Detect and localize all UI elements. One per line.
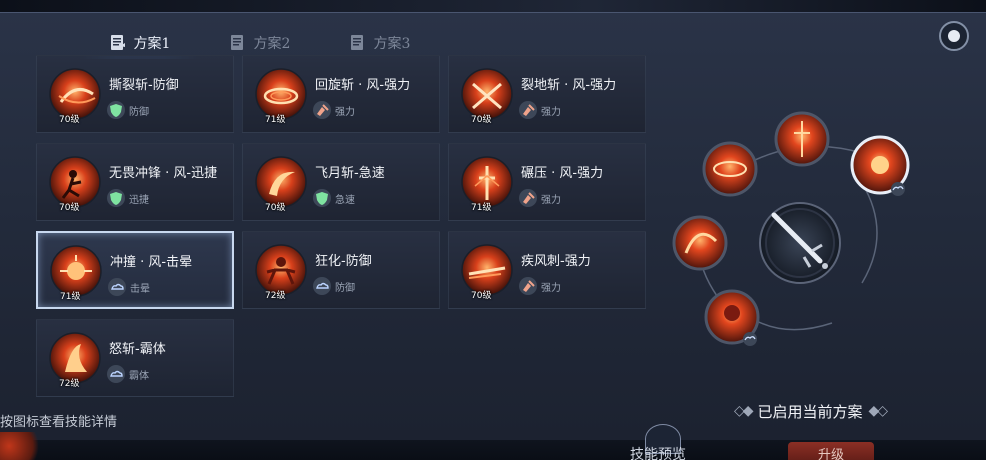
skill-wheel: [672, 111, 910, 346]
skill-level: 70级: [471, 115, 492, 125]
skill-tag-label: 迅捷: [129, 194, 149, 206]
fist-icon: [519, 101, 537, 119]
preview-label[interactable]: 技能预览: [630, 444, 686, 460]
cloud-icon: [107, 365, 125, 383]
document-icon: [350, 35, 363, 50]
skill-card[interactable]: 70级 裂地斩 · 风-强力强力: [448, 55, 646, 133]
skill-name: 狂化-防御: [315, 254, 372, 269]
skill-tag-label: 强力: [541, 106, 561, 118]
skill-tag-label: 防御: [335, 282, 355, 294]
skill-card[interactable]: 71级 冲撞 · 风-击晕击晕: [36, 231, 234, 309]
cloud-icon: [108, 278, 126, 296]
bottom-left-skill-icon[interactable]: [0, 432, 46, 460]
skill-tag: 强力: [313, 101, 355, 119]
skill-level: 70级: [59, 115, 80, 125]
skill-card[interactable]: 72级 怒斩-霸体霸体: [36, 319, 234, 397]
skill-card[interactable]: 71级 回旋斩 · 风-强力强力: [242, 55, 440, 133]
skill-level: 71级: [471, 203, 492, 213]
skill-tag-label: 强力: [541, 194, 561, 206]
skill-name: 裂地斩 · 风-强力: [521, 78, 617, 93]
skill-name: 无畏冲锋 · 风-迅捷: [109, 166, 218, 181]
skill-name: 碾压 · 风-强力: [521, 166, 604, 181]
record-dot-icon: [948, 30, 960, 42]
wheel-slot-top[interactable]: [774, 111, 830, 167]
wheel-slot-bottom[interactable]: [704, 289, 760, 346]
skill-card[interactable]: 70级 撕裂斩-防御防御: [36, 55, 234, 133]
skill-tag: 击晕: [108, 278, 150, 296]
shield-icon: [107, 189, 125, 207]
skill-tag-label: 强力: [335, 106, 355, 118]
skill-level: 71级: [60, 292, 81, 302]
hint-text: 按图标查看技能详情: [0, 415, 118, 430]
skill-tag: 迅捷: [107, 189, 149, 207]
skill-card[interactable]: 70级 无畏冲锋 · 风-迅捷迅捷: [36, 143, 234, 221]
wheel-slot-left[interactable]: [672, 215, 728, 271]
skill-level: 70级: [265, 203, 286, 213]
skill-level: 70级: [471, 291, 492, 301]
skill-level: 70级: [59, 203, 80, 213]
plan-status: ◇◆ 已启用当前方案 ◆◇: [720, 399, 900, 423]
skill-card[interactable]: 72级 狂化-防御防御: [242, 231, 440, 309]
tab-plan-2[interactable]: 方案2: [200, 29, 320, 57]
tab-label: 方案3: [373, 36, 411, 52]
skill-card[interactable]: 70级 疾风刺-强力强力: [448, 231, 646, 309]
skill-tag-label: 急速: [335, 194, 355, 206]
skill-tag: 霸体: [107, 365, 149, 383]
cloud-icon: [313, 277, 331, 295]
skill-name: 怒斩-霸体: [109, 342, 166, 357]
skill-tag-label: 击晕: [130, 283, 150, 295]
plan-tabs: 方案1 方案2 方案3: [80, 29, 440, 59]
tab-plan-3[interactable]: 方案3: [320, 29, 440, 57]
skill-tag: 防御: [313, 277, 355, 295]
document-icon: [230, 35, 243, 50]
cloud-icon: [743, 332, 757, 346]
skill-tag: 急速: [313, 189, 355, 207]
shield-icon: [107, 101, 125, 119]
shield-icon: [313, 189, 331, 207]
skill-name: 飞月斩-急速: [315, 166, 385, 181]
fist-icon: [313, 101, 331, 119]
skill-tag-label: 强力: [541, 282, 561, 294]
skill-level: 72级: [265, 291, 286, 301]
skill-tag: 防御: [107, 101, 149, 119]
skill-tag: 强力: [519, 101, 561, 119]
status-text: 已启用当前方案: [757, 402, 863, 421]
skill-card[interactable]: 71级 碾压 · 风-强力强力: [448, 143, 646, 221]
skill-level: 71级: [265, 115, 286, 125]
skill-plan-panel: 方案1 方案2 方案3 70级 撕裂斩-防御 防御 71级 回旋斩 · 风-强力 强力 70…: [0, 12, 986, 440]
skill-name: 疾风刺-强力: [521, 254, 591, 269]
skill-tag-label: 霸体: [129, 370, 149, 382]
skill-tag: 强力: [519, 189, 561, 207]
diamond-ornament-icon: ◆◇: [868, 403, 888, 419]
tab-label: 方案1: [133, 36, 171, 52]
diamond-ornament-icon: ◇◆: [733, 403, 753, 419]
skill-tag: 强力: [519, 277, 561, 295]
fist-icon: [519, 189, 537, 207]
skill-name: 撕裂斩-防御: [109, 78, 179, 93]
wheel-slot-upper-left[interactable]: [702, 141, 758, 197]
skill-card[interactable]: 70级 飞月斩-急速急速: [242, 143, 440, 221]
skill-name: 冲撞 · 风-击晕: [110, 255, 193, 270]
tab-label: 方案2: [253, 36, 291, 52]
record-toggle-button[interactable]: [939, 21, 969, 51]
fist-icon: [519, 277, 537, 295]
wheel-slot-right-selected[interactable]: [850, 135, 910, 196]
skill-name: 回旋斩 · 风-强力: [315, 78, 411, 93]
tab-plan-1[interactable]: 方案1: [80, 29, 200, 59]
center-sword-button[interactable]: [759, 202, 841, 284]
skill-tag-label: 防御: [129, 106, 149, 118]
cloud-icon: [891, 182, 905, 196]
upgrade-button[interactable]: 升级: [788, 442, 874, 460]
skill-level: 72级: [59, 379, 80, 389]
document-icon: [110, 35, 125, 50]
